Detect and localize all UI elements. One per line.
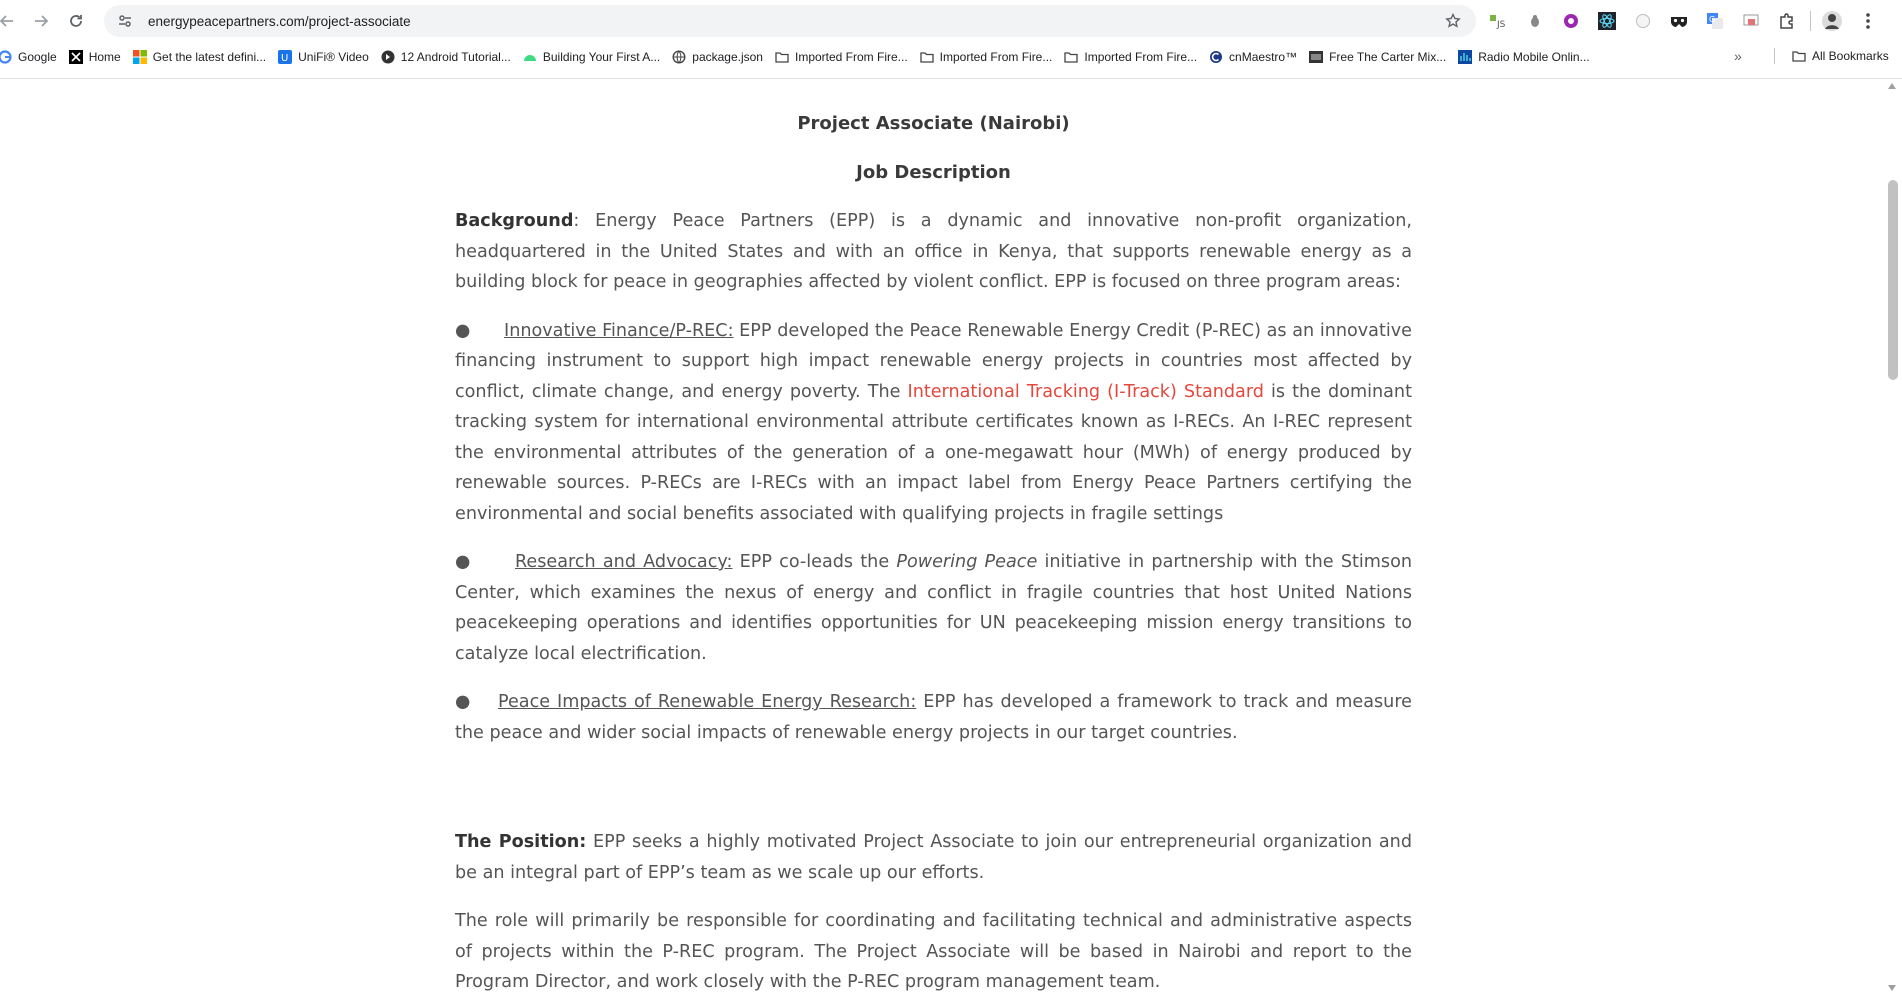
bookmark-google[interactable]: Google bbox=[0, 45, 63, 69]
position-label: The Position: bbox=[455, 832, 587, 852]
bookmark-folder-1[interactable]: Imported From Fire... bbox=[769, 45, 914, 69]
back-button[interactable] bbox=[0, 6, 22, 36]
svg-text:G: G bbox=[1709, 15, 1715, 24]
back-arrow-icon bbox=[0, 15, 13, 27]
site-info-icon[interactable] bbox=[110, 6, 140, 36]
android-tutorial-icon bbox=[381, 50, 395, 64]
job-description-content: Project Associate (Nairobi) Job Descript… bbox=[455, 108, 1412, 995]
unifi-icon: U bbox=[278, 50, 293, 64]
radio-icon bbox=[1458, 50, 1473, 64]
bookmark-radio-mobile[interactable]: Radio Mobile Onlin... bbox=[1452, 45, 1595, 69]
folder-icon bbox=[1064, 50, 1079, 64]
bookmark-carter-mix[interactable]: Free The Carter Mix... bbox=[1303, 45, 1452, 69]
bookmark-building-first-app[interactable]: Building Your First A... bbox=[517, 45, 666, 69]
translate-extension-icon[interactable]: G bbox=[1702, 8, 1728, 34]
background-label: Background bbox=[455, 211, 574, 231]
globe-icon bbox=[672, 50, 686, 64]
bookmark-unifi-video[interactable]: U UniFi® Video bbox=[272, 45, 375, 69]
x-icon bbox=[68, 50, 83, 64]
forward-arrow-icon bbox=[35, 15, 49, 27]
music-icon bbox=[1309, 50, 1324, 64]
page-scrollbar[interactable] bbox=[1884, 79, 1902, 995]
bookmark-cnmaestro[interactable]: cnMaestro™ bbox=[1203, 45, 1303, 69]
folder-icon bbox=[775, 50, 789, 64]
research-advocacy-text-a: EPP co-leads the bbox=[732, 552, 897, 572]
bullet: ● bbox=[455, 692, 471, 712]
cast-extension-icon[interactable] bbox=[1738, 8, 1764, 34]
bookmarks-separator bbox=[1774, 48, 1775, 64]
extensions-puzzle-icon[interactable] bbox=[1774, 8, 1800, 34]
reload-button[interactable] bbox=[61, 6, 91, 36]
folder-icon bbox=[920, 50, 934, 64]
bookmark-home[interactable]: Home bbox=[63, 45, 127, 69]
forward-button[interactable] bbox=[26, 6, 56, 36]
bullet: ● bbox=[455, 320, 471, 341]
bookmark-star-icon[interactable] bbox=[1440, 8, 1466, 34]
clock-extension-icon[interactable] bbox=[1630, 8, 1656, 34]
bullet: ● bbox=[455, 552, 471, 572]
reload-icon bbox=[70, 15, 82, 27]
folder-icon bbox=[1792, 49, 1806, 63]
background-paragraph: Background: Energy Peace Partners (EPP) … bbox=[455, 206, 1412, 298]
toolbar-separator bbox=[1810, 11, 1811, 31]
program-innovative-finance: ● Innovative Finance/P-REC: EPP developed… bbox=[455, 316, 1412, 530]
scroll-up-arrow-icon[interactable] bbox=[1888, 83, 1896, 89]
bookmarks-bar: Google Home Get the latest defini... U U… bbox=[0, 44, 1902, 70]
role-paragraph: The role will primarily be responsible f… bbox=[455, 911, 1412, 992]
innovative-finance-text-b: is the dominant tracking system for inte… bbox=[455, 381, 1412, 524]
powering-peace-italic: Powering Peace bbox=[896, 552, 1038, 572]
browser-menu-icon[interactable] bbox=[1855, 8, 1881, 34]
program-research-advocacy: ● Research and Advocacy: EPP co-leads the… bbox=[455, 547, 1412, 669]
bookmark-folder-2[interactable]: Imported From Fire... bbox=[914, 45, 1059, 69]
purple-extension-icon[interactable] bbox=[1558, 8, 1584, 34]
scroll-thumb[interactable] bbox=[1888, 180, 1898, 380]
android-icon bbox=[523, 50, 537, 64]
bug-extension-icon[interactable] bbox=[1522, 8, 1548, 34]
mask-extension-icon[interactable] bbox=[1666, 8, 1692, 34]
bookmark-android-tutorial[interactable]: 12 Android Tutorial... bbox=[375, 45, 517, 69]
bookmark-latest-definitions[interactable]: Get the latest defini... bbox=[127, 45, 272, 69]
cnmaestro-icon bbox=[1209, 50, 1223, 64]
program-peace-impacts: ● Peace Impacts of Renewable Energy Resea… bbox=[455, 687, 1412, 748]
background-text: : Energy Peace Partners (EPP) is a dynam… bbox=[455, 211, 1412, 292]
profile-avatar-icon[interactable] bbox=[1819, 8, 1845, 34]
windows-icon bbox=[132, 50, 147, 64]
research-advocacy-heading: Research and Advocacy: bbox=[515, 552, 733, 572]
all-bookmarks-button[interactable]: All Bookmarks bbox=[1786, 44, 1895, 68]
peace-impacts-heading: Peace Impacts of Renewable Energy Resear… bbox=[498, 692, 917, 712]
bookmark-package-json[interactable]: package.json bbox=[666, 45, 769, 69]
bookmark-folder-3[interactable]: Imported From Fire... bbox=[1058, 45, 1203, 69]
position-text: EPP seeks a highly motivated Project Ass… bbox=[455, 832, 1412, 883]
react-devtools-icon[interactable] bbox=[1594, 8, 1620, 34]
url-text[interactable]: energypeacepartners.com/project-associat… bbox=[148, 14, 411, 29]
bookmarks-overflow-button[interactable]: » bbox=[1734, 44, 1742, 68]
position-paragraph: The Position: EPP seeks a highly motivat… bbox=[455, 827, 1412, 888]
google-icon bbox=[0, 50, 12, 64]
address-bar[interactable]: energypeacepartners.com/project-associat… bbox=[104, 5, 1476, 37]
extensions-area: JS G bbox=[1486, 6, 1891, 36]
browser-toolbar: energypeacepartners.com/project-associat… bbox=[0, 0, 1902, 42]
scroll-down-arrow-icon[interactable] bbox=[1888, 985, 1896, 991]
page-title: Project Associate (Nairobi) bbox=[797, 113, 1070, 134]
svg-text:JS: JS bbox=[1496, 20, 1506, 30]
chrome-divider bbox=[0, 78, 1902, 79]
itrack-standard-link[interactable]: International Tracking (I-Track) Standar… bbox=[908, 382, 1264, 402]
svg-text:U: U bbox=[281, 53, 288, 64]
js-extension-icon[interactable]: JS bbox=[1486, 8, 1512, 34]
innovative-finance-heading: Innovative Finance/P-REC: bbox=[504, 320, 734, 341]
page-subtitle: Job Description bbox=[856, 162, 1011, 183]
